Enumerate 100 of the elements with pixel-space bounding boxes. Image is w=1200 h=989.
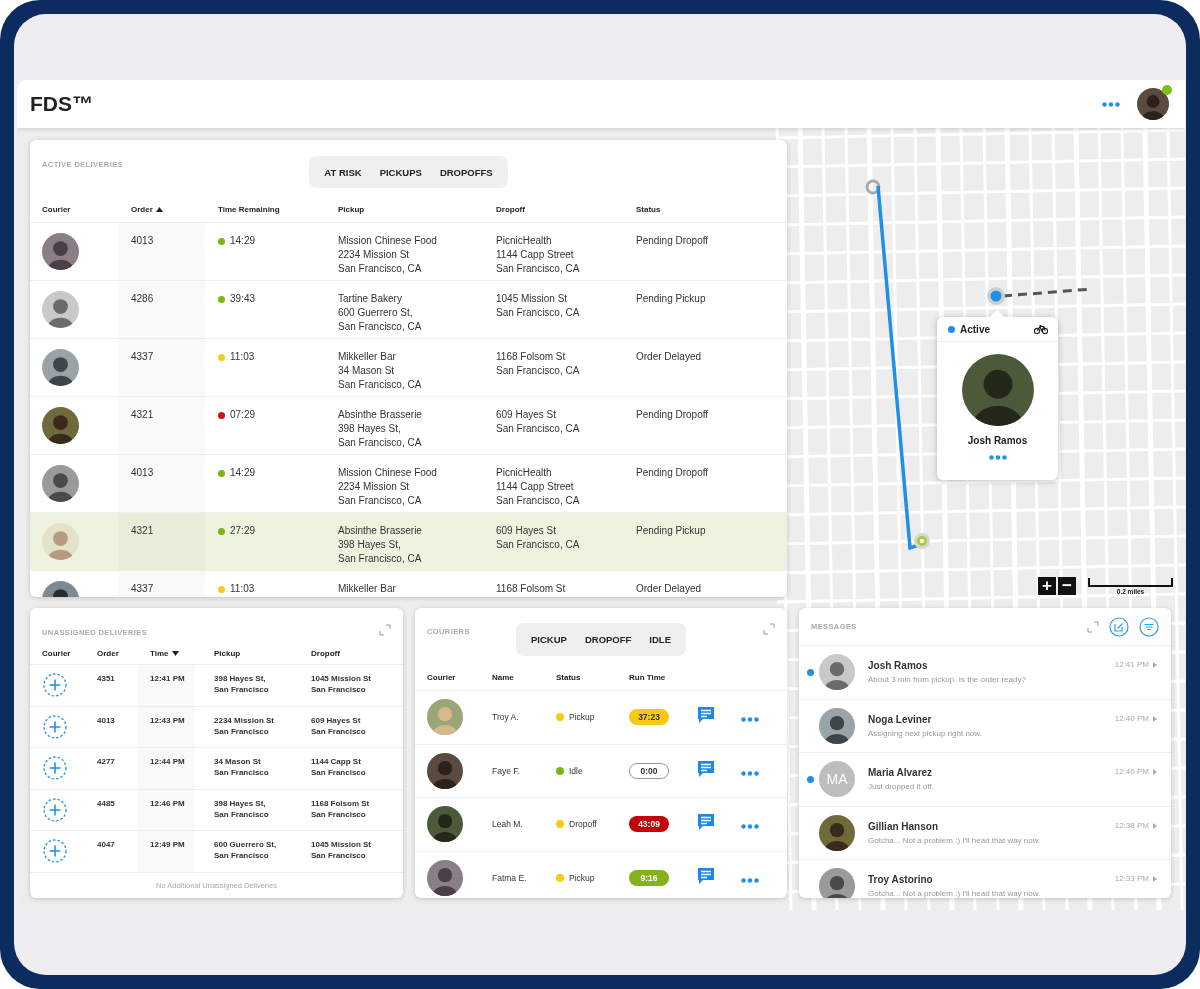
- courier-avatar: [42, 465, 79, 502]
- unread-dot: [807, 668, 814, 676]
- caret-right-icon: [1153, 822, 1157, 829]
- courier-marker[interactable]: [987, 287, 1005, 305]
- column-header[interactable]: Order: [131, 204, 153, 214]
- column-header: Status: [636, 204, 661, 214]
- message-item[interactable]: Gillian Hanson Gotcha... Not a problem :) I'll head that way now. 12:38 PM: [799, 806, 1171, 860]
- delivery-status: Pending Dropoff: [635, 466, 710, 480]
- order-number: 4337: [118, 339, 205, 396]
- message-time: 12:41 PM: [1114, 660, 1149, 669]
- chat-icon[interactable]: [697, 813, 715, 832]
- column-header: Status: [556, 672, 581, 682]
- run-time-badge: 37:23: [629, 709, 669, 726]
- filter-icon[interactable]: [1139, 616, 1159, 637]
- message-item[interactable]: MA Maria Alvarez Just dropped it off. 12:40 PM: [799, 753, 1171, 807]
- column-header: Courier: [427, 672, 456, 682]
- pickup-address: 2234 Mission St San Francisco: [213, 714, 276, 738]
- filter-tab[interactable]: DROPOFFS: [433, 160, 499, 184]
- delivery-row[interactable]: 4286 39:43 Tartine Bakery 600 Guerrero St, San Francisco, CA 1045 Mission St San Francisco, CA Pending Pickup: [30, 280, 787, 338]
- message-item[interactable]: Josh Ramos About 3 min from pickup. Is the order ready? 12:41 PM: [799, 646, 1171, 700]
- more-icon[interactable]: [988, 455, 1007, 460]
- assign-courier-button[interactable]: [42, 672, 68, 698]
- assign-courier-button[interactable]: [42, 838, 68, 864]
- more-icon[interactable]: [1102, 101, 1120, 107]
- filter-tab[interactable]: AT RISK: [318, 160, 368, 184]
- courier-status: Idle: [569, 765, 583, 776]
- time-remaining: 07:29: [230, 408, 256, 422]
- message-time: 12:38 PM: [1114, 820, 1149, 830]
- column-header: Courier: [42, 649, 71, 658]
- delivery-row[interactable]: 4321 27:29 Absinthe Brasserie 398 Hayes St, San Francisco, CA 609 Hayes St San Francisco, CA Pending Pickup: [30, 512, 787, 570]
- dropoff-address: 1045 Mission St San Francisco: [311, 839, 373, 862]
- message-item[interactable]: Troy Astorino Gotcha... Not a problem :) I'll head that way now. 12:33 PM: [799, 860, 1171, 898]
- delivery-status: Pending Pickup: [635, 524, 707, 538]
- courier-status: Pickup: [569, 712, 595, 723]
- caret-right-icon: [1153, 876, 1157, 882]
- message-preview: Assigning next pickup right now.: [868, 728, 983, 738]
- courier-name: Fatma E.: [492, 872, 528, 883]
- column-header: Pickup: [338, 204, 365, 214]
- message-preview: Gotcha... Not a problem :) I'll head that way now.: [868, 889, 1042, 898]
- column-header: Dropoff: [311, 649, 340, 658]
- column-header[interactable]: Time: [150, 649, 169, 658]
- delivery-row[interactable]: 4321 07:29 Absinthe Brasserie 398 Hayes St, San Francisco, CA 609 Hayes St San Francisco, CA Pending Dropoff: [30, 396, 787, 454]
- order-time: 12:43 PM: [138, 706, 195, 747]
- bicycle-icon: [1034, 324, 1048, 334]
- assign-courier-button[interactable]: [42, 713, 68, 740]
- initials-avatar: MA: [819, 761, 855, 798]
- order-number: 4013: [97, 714, 116, 727]
- order-number: 4321: [118, 397, 205, 454]
- pickup-address: 398 Hayes St, San Francisco: [213, 673, 270, 696]
- courier-name: Josh Ramos: [967, 435, 1028, 446]
- delivery-row[interactable]: 4013 14:29 Mission Chinese Food 2234 Mission St San Francisco, CA PicnicHealth 1144 Capp Street San Francisco, CA Pending Dropoff: [30, 222, 787, 280]
- chat-icon[interactable]: [697, 706, 715, 725]
- courier-avatar: [42, 291, 79, 328]
- caret-right-icon: [1153, 662, 1157, 668]
- filter-tab[interactable]: IDLE: [643, 627, 677, 652]
- order-number: 4047: [97, 839, 116, 851]
- courier-avatar: [42, 349, 79, 386]
- column-header: Order: [97, 649, 119, 658]
- run-time-badge: 43:09: [629, 816, 669, 833]
- chat-icon[interactable]: [697, 759, 715, 778]
- zoom-in-button[interactable]: +: [1038, 577, 1056, 595]
- more-icon[interactable]: [741, 717, 759, 723]
- column-header: Courier: [42, 204, 71, 214]
- filter-tab[interactable]: PICKUPS: [373, 160, 428, 184]
- filter-tab[interactable]: DROPOFF: [578, 627, 638, 652]
- column-header: Name: [492, 672, 514, 682]
- more-icon[interactable]: [741, 824, 759, 830]
- sort-descending-icon[interactable]: [171, 651, 179, 656]
- zoom-out-button[interactable]: −: [1058, 577, 1076, 595]
- dropoff-address: 609 Hayes St San Francisco, CA: [495, 408, 581, 436]
- sender-name: Noga Leviner: [868, 713, 933, 725]
- delivery-row[interactable]: 4337 11:03 Mikkeller Bar 34 Mason St San Francisco, CA 1168 Folsom St San Francisco, CA Order Delayed: [30, 338, 787, 396]
- delivery-status: Pending Pickup: [635, 292, 707, 306]
- dropoff-address: PicnicHealth 1144 Capp Street San Francisco, CA: [495, 466, 581, 508]
- more-icon[interactable]: [741, 877, 759, 883]
- courier-avatar: [427, 806, 463, 843]
- order-time: 12:41 PM: [138, 665, 195, 706]
- delivery-row[interactable]: 4013 14:29 Mission Chinese Food 2234 Mission St San Francisco, CA PicnicHealth 1144 Capp Street San Francisco, CA Pending Dropoff: [30, 454, 787, 512]
- unread-dot: [807, 775, 814, 783]
- message-time: 12:40 PM: [1114, 767, 1149, 776]
- more-icon[interactable]: [741, 770, 759, 776]
- sender-name: Maria Alvarez: [868, 767, 934, 779]
- chat-icon[interactable]: [697, 866, 715, 885]
- destination-marker[interactable]: [914, 533, 930, 549]
- courier-status: Active: [960, 323, 991, 335]
- caret-right-icon: [1153, 769, 1157, 775]
- compose-icon[interactable]: [1109, 616, 1129, 637]
- dropoff-address: 609 Hayes St San Francisco: [311, 714, 367, 738]
- assign-courier-button[interactable]: [42, 755, 68, 781]
- courier-avatar: [42, 523, 79, 560]
- pickup-address: 600 Guerrero St, San Francisco: [213, 839, 278, 862]
- message-preview: Just dropped it off.: [868, 782, 935, 792]
- assign-courier-button[interactable]: [42, 796, 68, 823]
- column-header: Pickup: [214, 649, 241, 658]
- filter-tab[interactable]: PICKUP: [525, 627, 573, 652]
- message-item[interactable]: Noga Leviner Assigning next pickup right now. 12:40 PM: [799, 699, 1171, 753]
- sort-ascending-icon[interactable]: [155, 206, 163, 212]
- courier-name: Faye F.: [492, 765, 521, 776]
- dropoff-address: 1045 Mission St San Francisco, CA: [495, 292, 581, 320]
- time-remaining: 14:29: [230, 234, 256, 248]
